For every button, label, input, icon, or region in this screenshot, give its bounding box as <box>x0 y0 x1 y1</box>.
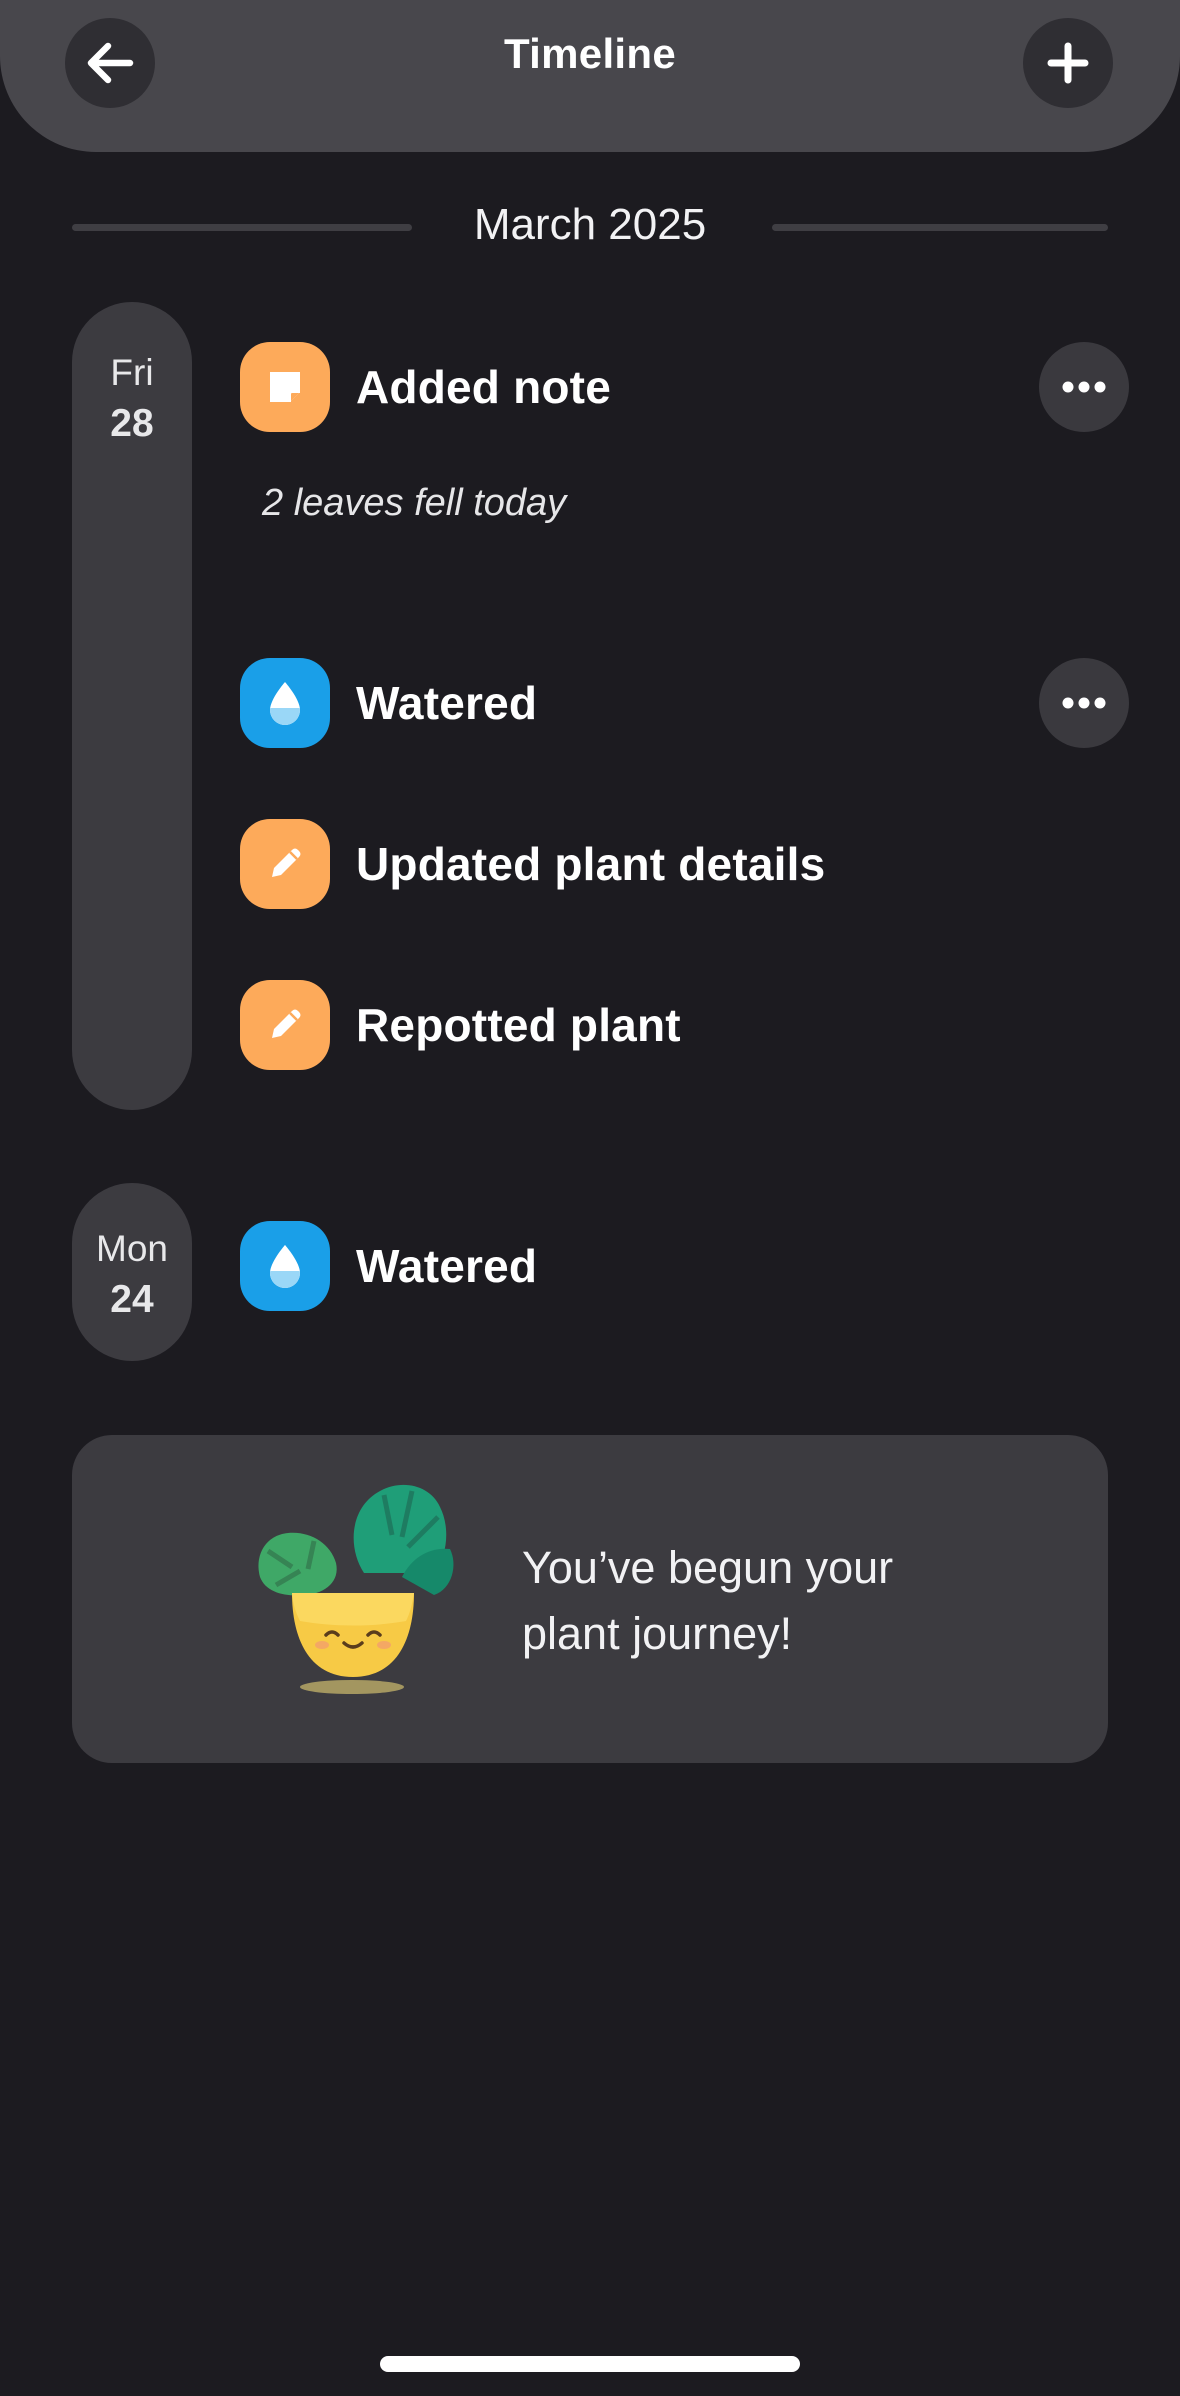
page-title: Timeline <box>503 30 677 77</box>
day-name: Mon <box>96 1228 168 1269</box>
journey-message: You’ve begun your plant journey! <box>522 1542 894 1659</box>
day-number: 24 <box>110 1278 154 1321</box>
top-bar: Timeline <box>0 0 1180 152</box>
event-label: Watered <box>356 1240 538 1292</box>
event-more-button[interactable] <box>1039 658 1129 748</box>
divider-right <box>772 224 1108 231</box>
potted-plant-illustration <box>258 1484 454 1694</box>
event-label: Watered <box>356 677 538 729</box>
more-dots-icon <box>1062 381 1106 393</box>
pencil-icon <box>240 819 330 909</box>
day-pill-mon-24: Mon 24 <box>72 1183 192 1361</box>
month-separator: March 2025 <box>72 196 1108 266</box>
home-indicator[interactable] <box>380 2356 800 2372</box>
timeline-event-watered[interactable]: Watered <box>240 1220 537 1312</box>
journey-start-card: You’ve begun your plant journey! <box>72 1435 1108 1763</box>
day-number: 28 <box>110 402 154 445</box>
note-icon <box>240 342 330 432</box>
timeline-event-watered[interactable]: Watered <box>240 657 537 749</box>
timeline-event-updated-details[interactable]: Updated plant details <box>240 818 825 910</box>
day-pill-fri-28: Fri 28 <box>72 302 192 1110</box>
timeline-event-repotted[interactable]: Repotted plant <box>240 979 681 1071</box>
more-dots-icon <box>1062 697 1106 709</box>
plus-icon <box>1047 42 1089 84</box>
day-name: Fri <box>110 352 154 393</box>
note-text: 2 leaves fell today <box>262 482 567 524</box>
timeline-event-added-note[interactable]: Added note <box>240 341 611 433</box>
event-label: Added note <box>356 361 611 413</box>
water-drop-icon <box>240 658 330 748</box>
water-drop-icon <box>240 1221 330 1311</box>
event-label: Updated plant details <box>356 838 826 890</box>
add-button[interactable] <box>1023 18 1113 108</box>
event-label: Repotted plant <box>356 999 681 1051</box>
event-more-button[interactable] <box>1039 342 1129 432</box>
pencil-icon <box>240 980 330 1070</box>
